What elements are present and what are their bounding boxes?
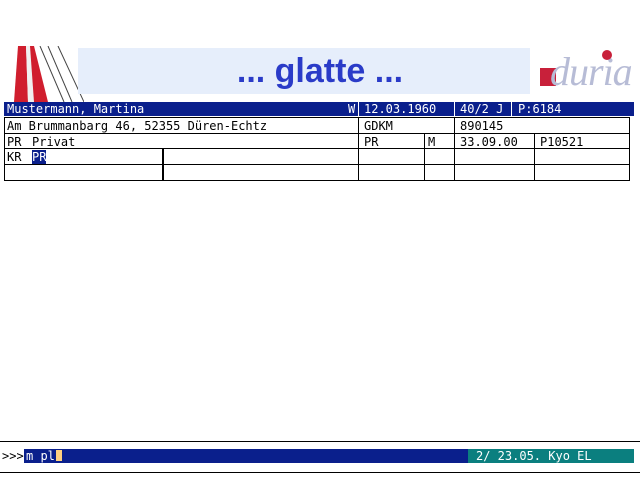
duria-logo: duria — [536, 46, 633, 102]
grid-line — [4, 180, 630, 181]
header-divider — [454, 102, 455, 116]
text-cursor — [56, 450, 62, 461]
entry-input[interactable]: PR — [32, 150, 47, 164]
entry-code: KR — [7, 150, 22, 164]
kind-field[interactable]: PR — [364, 135, 378, 149]
insurance-number-field[interactable]: 890145 — [460, 119, 503, 133]
header-divider — [511, 102, 512, 116]
sex-field[interactable]: M — [428, 135, 435, 149]
patient-name[interactable]: Mustermann, Martina — [7, 102, 144, 116]
grid-line — [629, 117, 630, 181]
grid-line — [4, 117, 630, 118]
entry-row: KR PR — [4, 150, 634, 164]
patient-header: Mustermann, Martina W 12.03.1960 40/2 J … — [4, 102, 634, 116]
grid-line — [424, 133, 425, 181]
insurance-field[interactable]: GDKM — [364, 119, 393, 133]
age-code: 40/2 J — [460, 102, 504, 116]
logo-dot — [602, 50, 612, 60]
grid-line — [358, 117, 359, 181]
command-prompt: >>> — [2, 449, 24, 463]
type-code: PR — [7, 135, 22, 149]
command-divider — [0, 441, 640, 442]
bottom-divider — [0, 472, 640, 473]
date-field[interactable]: 33.09.00 — [460, 135, 518, 149]
command-bar: >>> m pl 2/ 23.05. Kyo EL — [0, 448, 640, 464]
header-divider — [358, 102, 359, 116]
status-row: PR Privat PR M 33.09.00 P10521 — [4, 135, 634, 149]
status-text: 2/ 23.05. Kyo EL — [476, 449, 592, 463]
address-field[interactable]: Am Brummanbarg 46, 52355 Düren-Echtz — [7, 119, 267, 133]
command-input-text: m pl — [26, 449, 55, 463]
app-banner: ... glatte ... duria — [0, 46, 640, 102]
grid-line — [454, 117, 455, 181]
status-display: 2/ 23.05. Kyo EL — [468, 449, 634, 463]
address-row: Am Brummanbarg 46, 52355 Düren-Echtz GDK… — [4, 119, 634, 133]
grid-line — [4, 117, 5, 181]
patient-number: P:6184 — [518, 102, 562, 116]
grid-line — [4, 148, 630, 149]
reference-field[interactable]: P10521 — [540, 135, 583, 149]
grid-line — [4, 164, 630, 165]
type-label[interactable]: Privat — [32, 135, 75, 149]
command-input[interactable]: m pl — [24, 449, 468, 463]
patient-flag: W — [348, 102, 356, 116]
grid-line — [162, 148, 164, 181]
birth-date: 12.03.1960 — [364, 102, 437, 116]
grid-line — [534, 133, 535, 181]
grid-line — [4, 133, 630, 134]
logo-text: duria — [550, 49, 633, 94]
